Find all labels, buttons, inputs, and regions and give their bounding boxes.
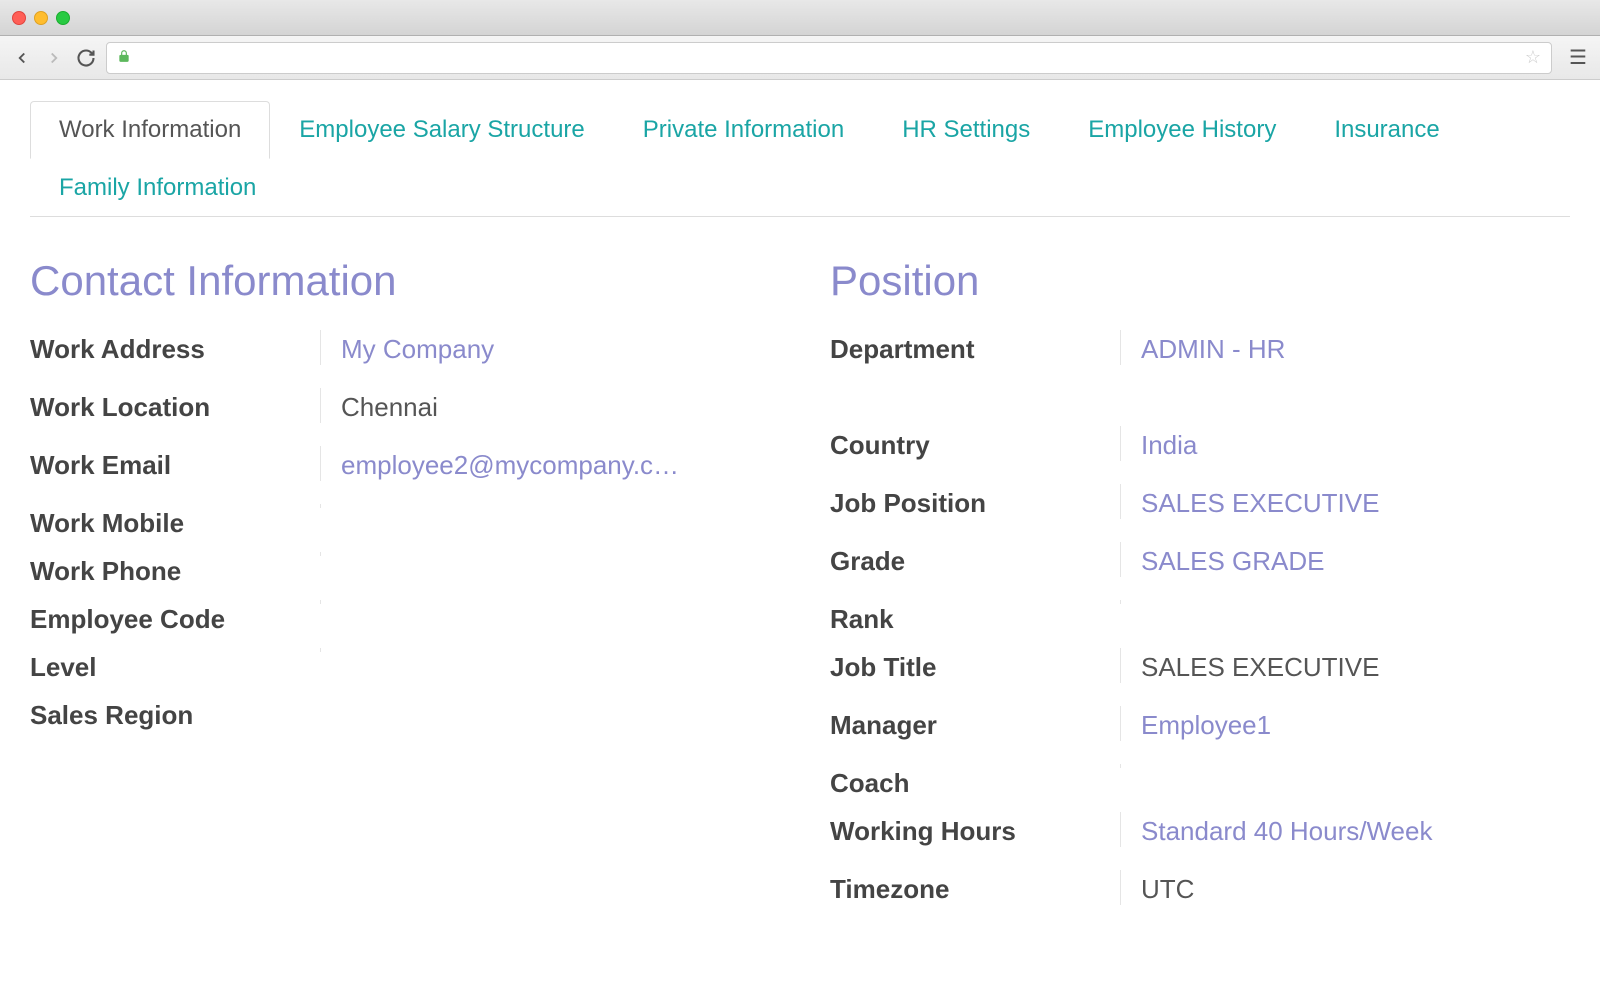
- tab-employee-history[interactable]: Employee History: [1059, 101, 1305, 159]
- field-label: Employee Code: [30, 600, 320, 635]
- field-value[interactable]: Employee1: [1120, 706, 1570, 741]
- field-work-mobile: Work Mobile: [30, 504, 770, 540]
- field-job-position: Job Position SALES EXECUTIVE: [830, 484, 1570, 530]
- tab-employee-salary-structure[interactable]: Employee Salary Structure: [270, 101, 613, 159]
- field-value: [320, 504, 770, 508]
- tab-family-information[interactable]: Family Information: [30, 159, 285, 217]
- field-value: [1120, 764, 1570, 768]
- tab-work-information[interactable]: Work Information: [30, 101, 270, 159]
- hamburger-menu-icon[interactable]: ☰: [1566, 46, 1590, 70]
- page-content: Work Information Employee Salary Structu…: [0, 80, 1600, 1000]
- minimize-window-button[interactable]: [34, 11, 48, 25]
- field-label: Work Phone: [30, 552, 320, 587]
- field-value: SALES EXECUTIVE: [1120, 648, 1570, 683]
- field-label: Sales Region: [30, 696, 320, 731]
- tab-private-information[interactable]: Private Information: [614, 101, 873, 159]
- field-work-phone: Work Phone: [30, 552, 770, 588]
- field-work-location: Work Location Chennai: [30, 388, 770, 434]
- field-label: Grade: [830, 542, 1120, 577]
- field-grade: Grade SALES GRADE: [830, 542, 1570, 588]
- browser-toolbar: ☆ ☰: [0, 36, 1600, 80]
- field-label: Coach: [830, 764, 1120, 799]
- field-value[interactable]: ADMIN - HR: [1120, 330, 1570, 365]
- field-label: Work Address: [30, 330, 320, 365]
- field-work-email: Work Email employee2@mycompany.c…: [30, 446, 770, 492]
- contact-information-section: Contact Information Work Address My Comp…: [30, 257, 770, 928]
- contact-section-title: Contact Information: [30, 257, 770, 305]
- field-value[interactable]: employee2@mycompany.c…: [320, 446, 770, 481]
- field-value: [1120, 600, 1570, 604]
- tab-hr-settings[interactable]: HR Settings: [873, 101, 1059, 159]
- sections-container: Contact Information Work Address My Comp…: [30, 257, 1570, 928]
- maximize-window-button[interactable]: [56, 11, 70, 25]
- field-label: Work Email: [30, 446, 320, 481]
- field-coach: Coach: [830, 764, 1570, 800]
- field-sales-region: Sales Region: [30, 696, 770, 732]
- field-level: Level: [30, 648, 770, 684]
- field-value[interactable]: India: [1120, 426, 1570, 461]
- position-section-title: Position: [830, 257, 1570, 305]
- field-value: [320, 552, 770, 556]
- field-employee-code: Employee Code: [30, 600, 770, 636]
- field-department: Department ADMIN - HR: [830, 330, 1570, 376]
- field-label: Work Location: [30, 388, 320, 423]
- position-section: Position Department ADMIN - HR Country I…: [830, 257, 1570, 928]
- browser-titlebar: [0, 0, 1600, 36]
- field-label: Timezone: [830, 870, 1120, 905]
- field-value: [320, 696, 770, 700]
- close-window-button[interactable]: [12, 11, 26, 25]
- field-country: Country India: [830, 426, 1570, 472]
- field-label: Work Mobile: [30, 504, 320, 539]
- field-value[interactable]: SALES GRADE: [1120, 542, 1570, 577]
- bookmark-icon[interactable]: ☆: [1525, 47, 1541, 68]
- field-label: Working Hours: [830, 812, 1120, 847]
- field-label: Country: [830, 426, 1120, 461]
- field-label: Rank: [830, 600, 1120, 635]
- field-value: Chennai: [320, 388, 770, 423]
- field-rank: Rank: [830, 600, 1570, 636]
- field-job-title: Job Title SALES EXECUTIVE: [830, 648, 1570, 694]
- field-label: Department: [830, 330, 1120, 365]
- tabs-row: Work Information Employee Salary Structu…: [30, 100, 1570, 217]
- field-work-address: Work Address My Company: [30, 330, 770, 376]
- field-label: Level: [30, 648, 320, 683]
- field-label: Job Title: [830, 648, 1120, 683]
- field-label: Manager: [830, 706, 1120, 741]
- field-value[interactable]: SALES EXECUTIVE: [1120, 484, 1570, 519]
- field-value[interactable]: Standard 40 Hours/Week: [1120, 812, 1570, 847]
- reload-button[interactable]: [74, 46, 98, 70]
- forward-button[interactable]: [42, 46, 66, 70]
- tab-insurance[interactable]: Insurance: [1305, 101, 1468, 159]
- field-working-hours: Working Hours Standard 40 Hours/Week: [830, 812, 1570, 858]
- browser-window: ☆ ☰ Work Information Employee Salary Str…: [0, 0, 1600, 1000]
- field-value: [320, 648, 770, 652]
- field-manager: Manager Employee1: [830, 706, 1570, 752]
- field-timezone: Timezone UTC: [830, 870, 1570, 916]
- field-label: Job Position: [830, 484, 1120, 519]
- back-button[interactable]: [10, 46, 34, 70]
- field-value: [320, 600, 770, 604]
- lock-icon: [117, 49, 131, 66]
- field-value: UTC: [1120, 870, 1570, 905]
- url-bar[interactable]: ☆: [106, 42, 1552, 74]
- field-value[interactable]: My Company: [320, 330, 770, 365]
